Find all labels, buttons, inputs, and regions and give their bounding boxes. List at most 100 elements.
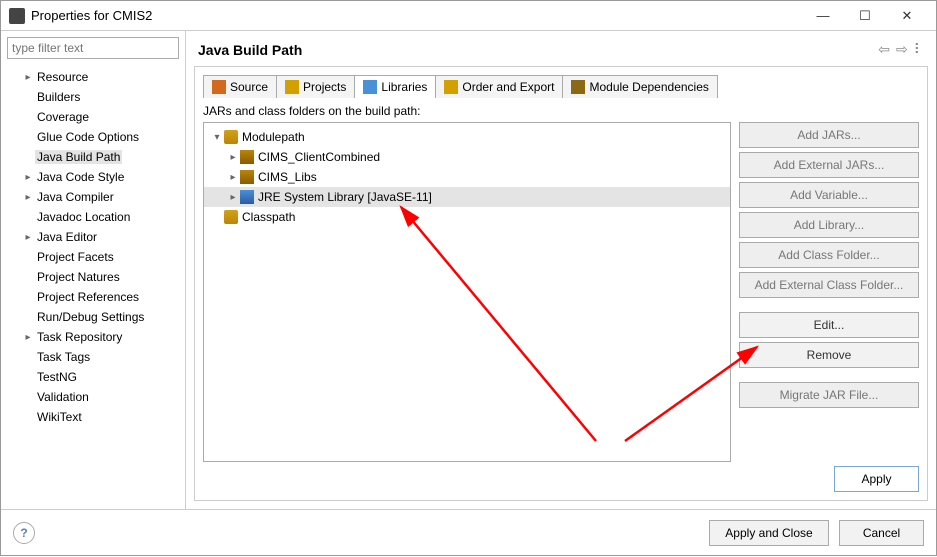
sidebar-item-label: Glue Code Options [35, 130, 141, 144]
node-label: CIMS_ClientCombined [258, 150, 380, 164]
sidebar-item-resource[interactable]: ▸Resource [1, 67, 185, 87]
tab-projects[interactable]: Projects [277, 76, 355, 98]
sidebar-item-java-editor[interactable]: ▸Java Editor [1, 227, 185, 247]
chevron-right-icon: ▸ [21, 192, 35, 203]
tab-order-and-export[interactable]: Order and Export [436, 76, 563, 98]
chevron-right-icon: ▸ [21, 332, 35, 343]
add-external-class-folder-button[interactable]: Add External Class Folder... [739, 272, 919, 298]
chevron-right-icon: ▸ [226, 172, 240, 183]
sidebar-item-label: Resource [35, 70, 90, 84]
apply-button[interactable]: Apply [834, 466, 919, 492]
tab-icon [444, 80, 458, 94]
sidebar-item-javadoc-location[interactable]: Javadoc Location [1, 207, 185, 227]
tab-label: Projects [303, 80, 346, 94]
edit-button[interactable]: Edit... [739, 312, 919, 338]
sidebar-item-label: Validation [35, 390, 91, 404]
sidebar-item-wikitext[interactable]: WikiText [1, 407, 185, 427]
sidebar-item-testng[interactable]: TestNG [1, 367, 185, 387]
apply-and-close-button[interactable]: Apply and Close [709, 520, 829, 546]
sidebar-item-label: Java Editor [35, 230, 99, 244]
body-row: ▾ Modulepath ▸ CIMS_ClientCombined ▸ CIM… [203, 122, 919, 462]
tab-libraries[interactable]: Libraries [355, 76, 436, 98]
sidebar-item-glue-code-options[interactable]: Glue Code Options [1, 127, 185, 147]
sidebar-item-project-facets[interactable]: Project Facets [1, 247, 185, 267]
sidebar-item-label: Java Code Style [35, 170, 126, 184]
sidebar-item-run-debug-settings[interactable]: Run/Debug Settings [1, 307, 185, 327]
add-library-button[interactable]: Add Library... [739, 212, 919, 238]
header-toolbar: ⇦ ⇨ ⠇ [878, 41, 924, 58]
sidebar-item-label: Task Repository [35, 330, 124, 344]
sidebar-item-java-code-style[interactable]: ▸Java Code Style [1, 167, 185, 187]
content-area: Source Projects Libraries Order and Export M… [194, 66, 928, 501]
eclipse-icon [9, 8, 25, 24]
tab-icon [571, 80, 585, 94]
tab-bar: Source Projects Libraries Order and Export M… [203, 75, 718, 98]
chevron-right-icon: ▸ [226, 192, 240, 203]
sidebar-item-label: Run/Debug Settings [35, 310, 146, 324]
help-icon[interactable]: ? [13, 522, 35, 544]
sidebar-item-label: Project Facets [35, 250, 116, 264]
maximize-button[interactable]: ☐ [844, 2, 886, 30]
tab-module-dependencies[interactable]: Module Dependencies [563, 76, 716, 98]
tree-node-classpath[interactable]: Classpath [204, 207, 730, 227]
apply-row: Apply [203, 462, 919, 492]
sidebar-item-project-natures[interactable]: Project Natures [1, 267, 185, 287]
sidebar-item-validation[interactable]: Validation [1, 387, 185, 407]
tab-label: Order and Export [462, 80, 554, 94]
migrate-jar-button[interactable]: Migrate JAR File... [739, 382, 919, 408]
add-class-folder-button[interactable]: Add Class Folder... [739, 242, 919, 268]
filter-container [7, 37, 179, 59]
minimize-button[interactable]: — [802, 2, 844, 30]
tab-icon [212, 80, 226, 94]
jar-tree[interactable]: ▾ Modulepath ▸ CIMS_ClientCombined ▸ CIM… [203, 122, 731, 462]
sidebar-item-label: Java Compiler [35, 190, 116, 204]
sidebar-item-coverage[interactable]: Coverage [1, 107, 185, 127]
sidebar-item-task-repository[interactable]: ▸Task Repository [1, 327, 185, 347]
tree-node-modulepath[interactable]: ▾ Modulepath [204, 127, 730, 147]
add-variable-button[interactable]: Add Variable... [739, 182, 919, 208]
sidebar-item-project-references[interactable]: Project References [1, 287, 185, 307]
key-icon [224, 210, 238, 224]
sidebar-item-label: Project Natures [35, 270, 122, 284]
close-button[interactable]: ✕ [886, 2, 928, 30]
tab-source[interactable]: Source [204, 76, 277, 98]
sidebar-item-label: TestNG [35, 370, 79, 384]
menu-icon[interactable]: ⠇ [914, 41, 924, 58]
main-panel: Java Build Path ⇦ ⇨ ⠇ Source Projects Libr… [186, 31, 936, 509]
tree-node-cims-libs[interactable]: ▸ CIMS_Libs [204, 167, 730, 187]
jar-icon [240, 170, 254, 184]
add-external-jars-button[interactable]: Add External JARs... [739, 152, 919, 178]
sidebar-item-java-build-path[interactable]: Java Build Path [1, 147, 185, 167]
tab-icon [285, 80, 299, 94]
sidebar-item-label: Builders [35, 90, 82, 104]
tab-icon [363, 80, 377, 94]
chevron-right-icon: ▸ [226, 152, 240, 163]
main-layout: ▸ResourceBuildersCoverageGlue Code Optio… [1, 31, 936, 509]
node-label: Modulepath [242, 130, 305, 144]
cancel-button[interactable]: Cancel [839, 520, 924, 546]
sidebar-item-task-tags[interactable]: Task Tags [1, 347, 185, 367]
tree-node-jre-system-library[interactable]: ▸ JRE System Library [JavaSE-11] [204, 187, 730, 207]
chevron-right-icon: ▸ [21, 232, 35, 243]
button-column: Add JARs... Add External JARs... Add Var… [739, 122, 919, 462]
sidebar-item-label: Project References [35, 290, 141, 304]
category-tree[interactable]: ▸ResourceBuildersCoverageGlue Code Optio… [1, 65, 185, 509]
sidebar-item-java-compiler[interactable]: ▸Java Compiler [1, 187, 185, 207]
page-title: Java Build Path [198, 42, 878, 58]
category-sidebar: ▸ResourceBuildersCoverageGlue Code Optio… [1, 31, 186, 509]
node-label: CIMS_Libs [258, 170, 317, 184]
add-jars-button[interactable]: Add JARs... [739, 122, 919, 148]
remove-button[interactable]: Remove [739, 342, 919, 368]
sidebar-item-builders[interactable]: Builders [1, 87, 185, 107]
library-icon [240, 190, 254, 204]
sidebar-item-label: Task Tags [35, 350, 92, 364]
jar-icon [240, 150, 254, 164]
filter-input[interactable] [7, 37, 179, 59]
forward-icon[interactable]: ⇨ [896, 41, 908, 58]
tree-node-cims-clientcombined[interactable]: ▸ CIMS_ClientCombined [204, 147, 730, 167]
sidebar-item-label: WikiText [35, 410, 84, 424]
back-icon[interactable]: ⇦ [878, 41, 890, 58]
chevron-down-icon: ▾ [210, 132, 224, 143]
caption-label: JARs and class folders on the build path… [203, 104, 919, 118]
sidebar-item-label: Coverage [35, 110, 91, 124]
